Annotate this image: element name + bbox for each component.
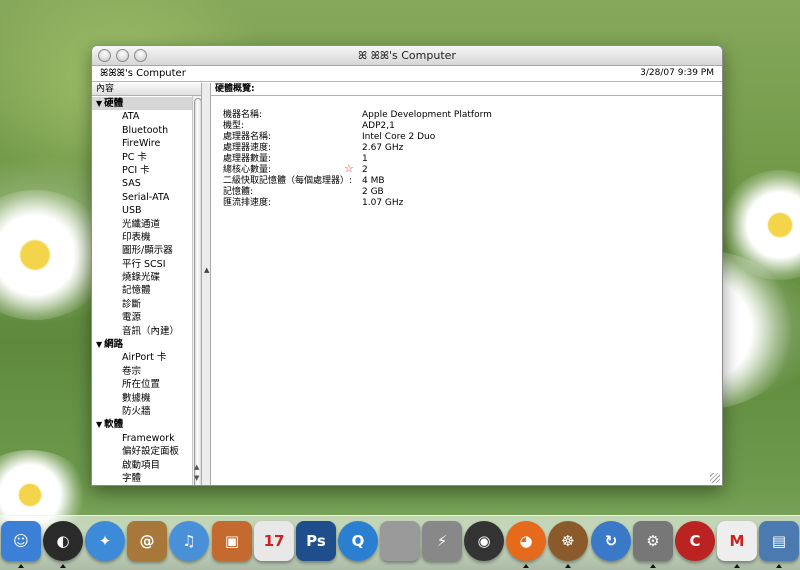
info-key: 記憶體: (223, 187, 254, 197)
sidebar-item[interactable]: 圖形/顯示器 (92, 244, 201, 257)
scroll-up-arrow[interactable]: ▲ (194, 463, 199, 471)
sidebar-category[interactable]: ▼ 硬體 (92, 97, 201, 111)
detail-pane: 硬體概覽: 機器名稱: Apple Development Platform 機型:… (211, 83, 722, 485)
address-book-icon[interactable]: @ (127, 521, 167, 561)
sidebar-item[interactable]: Bluetooth (92, 124, 201, 137)
system-profiler-window: ꕤ ꕤꕤ's Computer ꕤꕤꕤ's Computer 3/28/07 9… (91, 45, 723, 486)
sidebar-item[interactable]: 音訊（內建） (92, 325, 201, 338)
sidebar-item[interactable]: PC 卡 (92, 151, 201, 164)
detail-header: 硬體概覽: (211, 83, 722, 96)
quicktime-icon[interactable]: Q (338, 521, 378, 561)
running-indicator (650, 564, 656, 568)
sidebar-category[interactable]: ▼ 網路 (92, 338, 201, 351)
info-value: 2.67 GHz (362, 143, 404, 153)
iphoto-icon[interactable]: ▣ (212, 521, 252, 561)
info-key: 機器名稱: (223, 110, 263, 120)
safari-icon[interactable]: ✦ (85, 521, 125, 561)
info-value: ADP2,1 (362, 121, 395, 131)
sidebar-item[interactable]: 偏好設定面板 (92, 445, 201, 458)
disclosure-triangle-icon[interactable]: ▼ (96, 340, 102, 349)
scroll-thumb[interactable] (194, 98, 201, 485)
ical-icon[interactable]: 17 (254, 521, 294, 561)
info-value: 1 (362, 154, 368, 164)
sidebar-item[interactable]: 所在位置 (92, 378, 201, 391)
divider-handle-icon[interactable]: ▲ (204, 266, 209, 274)
sidebar-item[interactable]: 印表機 (92, 231, 201, 244)
helm-icon[interactable]: ☸ (548, 521, 588, 561)
star-icon: ☆ (344, 162, 354, 175)
sidebar-item[interactable]: 平行 SCSI (92, 258, 201, 271)
running-indicator (60, 564, 66, 568)
info-value: 4 MB (362, 176, 385, 186)
sidebar-item[interactable]: 字體 (92, 472, 201, 485)
info-value: 2 GB (362, 187, 384, 197)
info-value: Intel Core 2 Duo (362, 132, 436, 142)
scroll-down-arrow[interactable]: ▼ (194, 474, 199, 482)
utility-icon[interactable]: ⚙ (633, 521, 673, 561)
sidebar-item[interactable]: FireWire (92, 137, 201, 150)
contents-tree: ▼ 硬體 ATA Bluetooth FireWire PC 卡 PCI 卡 SAS Seria… (92, 96, 201, 485)
title-bar[interactable]: ꕤ ꕤꕤ's Computer (92, 46, 722, 66)
sidebar-item[interactable]: 卷宗 (92, 365, 201, 378)
sidebar-item[interactable]: ATA (92, 110, 201, 123)
timestamp: 3/28/07 9:39 PM (640, 68, 714, 78)
running-indicator (565, 564, 571, 568)
computer-name: ꕤꕤꕤ's Computer (100, 68, 186, 79)
info-value: Apple Development Platform (362, 110, 492, 120)
sidebar-item[interactable]: Framework (92, 432, 201, 445)
app-c-icon[interactable]: C (675, 521, 715, 561)
info-key: 機型: (223, 121, 245, 131)
sidebar-item[interactable]: 啟動項目 (92, 459, 201, 472)
sidebar-item[interactable]: 記憶體 (92, 284, 201, 297)
sidebar-item[interactable]: PCI 卡 (92, 164, 201, 177)
photoshop-icon[interactable]: Ps (296, 521, 336, 561)
sidebar-category-label: 硬體 (104, 98, 124, 109)
sidebar-item[interactable]: Serial-ATA (92, 191, 201, 204)
app-m-icon[interactable]: M (717, 521, 757, 561)
system-preferences-icon[interactable] (380, 521, 420, 561)
sidebar-category-label: 軟體 (104, 419, 124, 431)
sidebar-item[interactable]: AirPort 卡 (92, 351, 201, 364)
contents-sidebar: 內容 ▼ 硬體 ATA Bluetooth FireWire PC 卡 PCI 卡 SAS Se… (92, 83, 202, 485)
disclosure-triangle-icon[interactable]: ▼ (96, 99, 102, 108)
network-icon[interactable]: ⚡ (422, 521, 462, 561)
running-indicator (776, 564, 782, 568)
info-value: 1.07 GHz (362, 198, 404, 208)
finder-icon[interactable]: ☺ (1, 521, 41, 561)
dashboard-icon[interactable]: ◐ (43, 521, 83, 561)
sync-icon[interactable]: ↻ (591, 521, 631, 561)
info-key: 總核心數量: (223, 165, 272, 175)
sidebar-item[interactable]: 診斷 (92, 298, 201, 311)
contents-column-header[interactable]: 內容 (92, 83, 201, 96)
window-title: ꕤ ꕤꕤ's Computer (358, 49, 456, 62)
itunes-icon[interactable]: ♫ (169, 521, 209, 561)
running-indicator (734, 564, 740, 568)
sidebar-item[interactable]: SAS (92, 177, 201, 190)
info-key: 匯流排速度: (223, 198, 272, 208)
camera-icon[interactable]: ◉ (464, 521, 504, 561)
info-key: 處理器數量: (223, 154, 272, 164)
preview-icon[interactable]: ▤ (759, 521, 799, 561)
running-indicator (523, 564, 529, 568)
sidebar-item[interactable]: 防火牆 (92, 405, 201, 418)
running-indicator (18, 564, 24, 568)
sidebar-item[interactable]: 光纖通道 (92, 218, 201, 231)
sidebar-category[interactable]: ▼ 軟體 (92, 418, 201, 431)
info-key: 處理器名稱: (223, 132, 272, 142)
info-key: 處理器速度: (223, 143, 272, 153)
sidebar-category-label: 網路 (104, 339, 124, 351)
sidebar-item[interactable]: 電源 (92, 311, 201, 324)
dock: ☺ ◐ ✦ @ ♫ ▣ 17 Ps Q ⚡ ◉ ◕ ☸ ↻ ⚙ C M ▤ (0, 515, 800, 570)
resize-grip[interactable] (710, 473, 720, 483)
sidebar-item[interactable]: 燒錄光碟 (92, 271, 201, 284)
firefox-icon[interactable]: ◕ (506, 521, 546, 561)
sidebar-scrollbar[interactable]: ▲ ▼ (192, 96, 201, 485)
info-value: 2 (362, 165, 368, 175)
info-key: 二級快取記憶體（每個處理器）: (223, 176, 353, 186)
sidebar-item[interactable]: USB (92, 204, 201, 217)
disclosure-triangle-icon[interactable]: ▼ (96, 420, 102, 429)
sidebar-item[interactable]: 數據機 (92, 392, 201, 405)
info-bar: ꕤꕤꕤ's Computer 3/28/07 9:39 PM (92, 66, 722, 82)
split-view-divider[interactable]: ▲ (202, 83, 211, 485)
